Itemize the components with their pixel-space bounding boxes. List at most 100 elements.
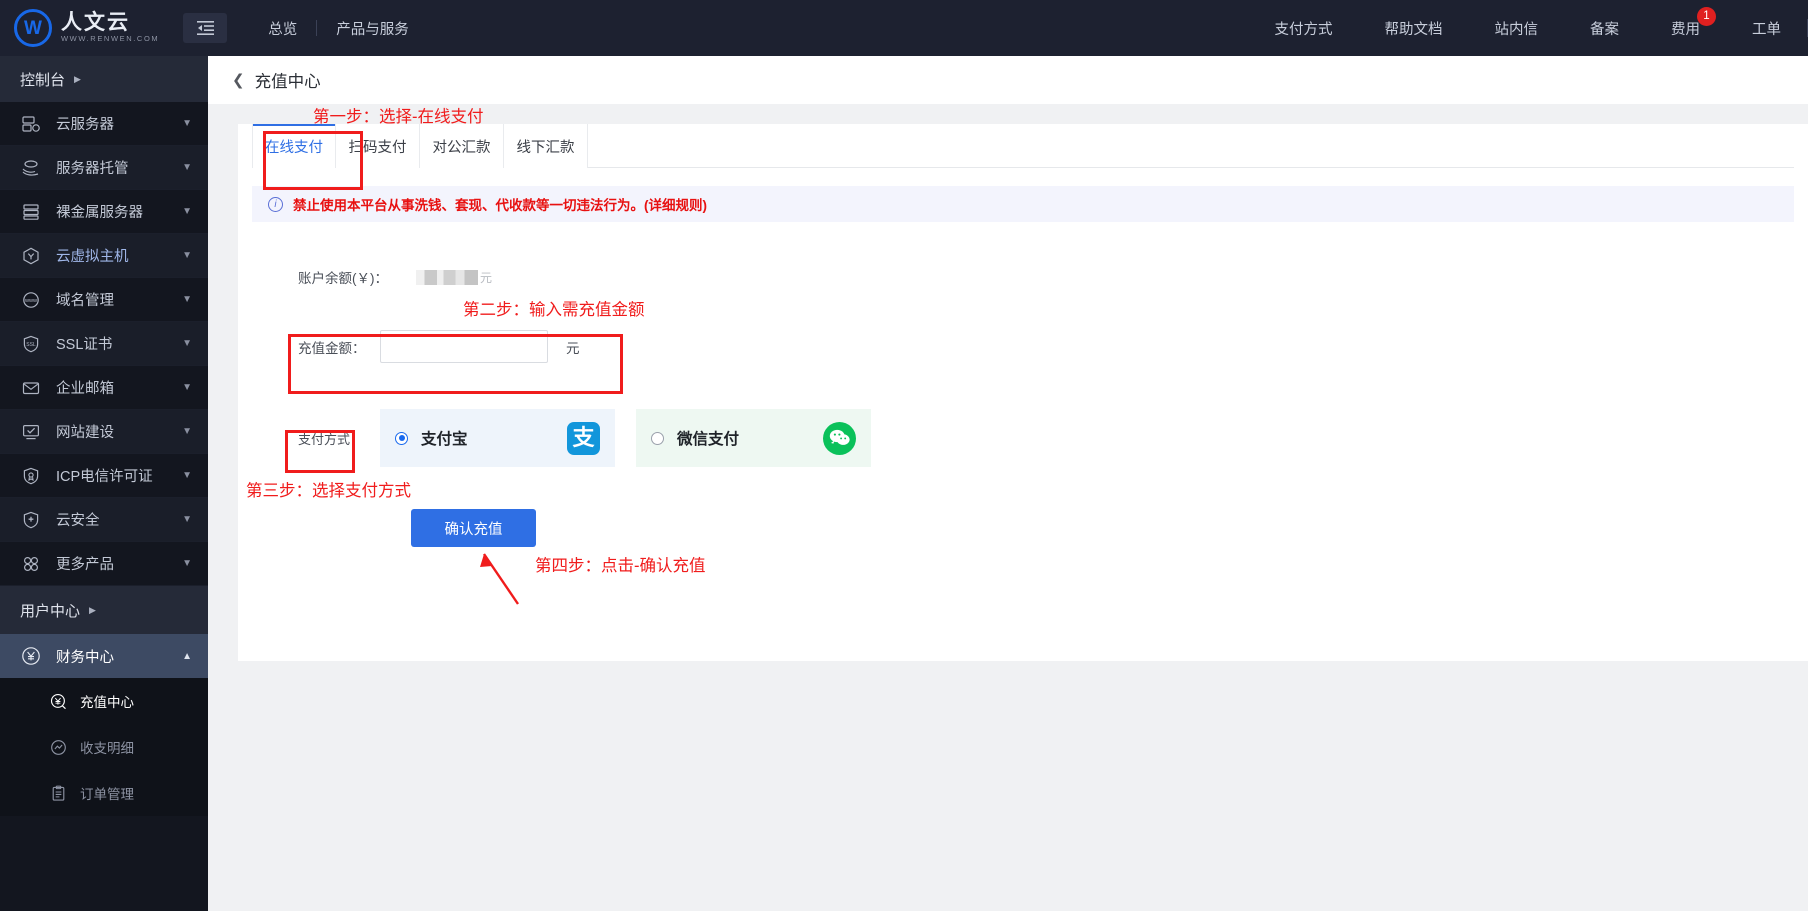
- svg-text:www: www: [24, 298, 38, 304]
- tab-qrcode-payment[interactable]: 扫码支付: [336, 124, 420, 168]
- triangle-right-icon: ▶: [89, 604, 96, 615]
- sidebar-item-cloud-security[interactable]: 云安全 ▼: [0, 498, 208, 542]
- top-nav-tickets[interactable]: 工单: [1726, 18, 1807, 39]
- sidebar-label: 企业邮箱: [56, 381, 114, 397]
- page-title: 充值中心: [254, 73, 321, 91]
- sidebar: 控制台 ▶ 云服务器 ▼ 服务器托管 ▼ 裸金属服务器 ▼ 云虚拟主机 ▼ ww…: [0, 56, 208, 911]
- account-balance-value-masked: [416, 269, 478, 285]
- sidebar-sublabel: 收支明细: [80, 741, 134, 756]
- sidebar-item-domain-management[interactable]: www 域名管理 ▼: [0, 278, 208, 322]
- confirm-recharge-button[interactable]: 确认充值: [411, 509, 536, 547]
- tab-offline-transfer[interactable]: 线下汇款: [504, 124, 588, 168]
- mail-icon: [20, 377, 42, 399]
- recharge-amount-input[interactable]: [380, 330, 548, 363]
- bare-metal-icon: [20, 201, 42, 223]
- monitor-check-icon: [20, 421, 42, 443]
- sidebar-item-bare-metal-server[interactable]: 裸金属服务器 ▼: [0, 190, 208, 234]
- chevron-down-icon: ▼: [182, 294, 192, 305]
- sidebar-sublabel: 订单管理: [80, 787, 134, 802]
- sidebar-item-more-products[interactable]: 更多产品 ▼: [0, 542, 208, 586]
- brand-name-en: WWW.RENWEN.COM: [61, 34, 160, 44]
- chevron-up-icon: ▲: [182, 650, 192, 662]
- top-navigation-bar: W 人文云 WWW.RENWEN.COM 总览 产品与服务 支付方式 帮助文档: [0, 0, 1808, 56]
- sidebar-label: 云虚拟主机: [56, 249, 129, 265]
- chevron-down-icon: ▼: [182, 118, 192, 129]
- sidebar-item-ssl-certificate[interactable]: SSL SSL证书 ▼: [0, 322, 208, 366]
- sidebar-item-website-building[interactable]: 网站建设 ▼: [0, 410, 208, 454]
- radio-alipay[interactable]: [395, 431, 408, 445]
- recharge-amount-row: 充值金额： 元: [298, 330, 1808, 363]
- top-nav-fees-label: 费用: [1671, 21, 1700, 38]
- chevron-down-icon: ▼: [182, 382, 192, 393]
- alipay-logo-glyph: 支: [572, 425, 595, 450]
- chevron-down-icon: ▼: [182, 162, 192, 173]
- sidebar-item-cloud-server[interactable]: 云服务器 ▼: [0, 102, 208, 146]
- chevron-down-icon: ▼: [182, 206, 192, 217]
- sidebar-item-enterprise-mail[interactable]: 企业邮箱 ▼: [0, 366, 208, 410]
- sidebar-subitem-order-management[interactable]: 订单管理: [0, 770, 208, 816]
- top-nav-fees[interactable]: 费用 1: [1645, 6, 1726, 39]
- account-balance-row: 账户余额(￥)： 元: [298, 266, 1808, 288]
- page-header: ❮ 充值中心: [208, 56, 1808, 104]
- sidebar-collapse-button[interactable]: [183, 13, 228, 43]
- recharge-form: 账户余额(￥)： 元 充值金额： 元 支付方式： 支付宝 支 微信支付 确认充值: [238, 222, 1808, 547]
- sidebar-label: 云服务器: [56, 117, 114, 133]
- brand-text: 人文云 WWW.RENWEN.COM: [61, 12, 159, 44]
- shield-plus-icon: [20, 509, 42, 531]
- top-nav-messages[interactable]: 站内信: [1469, 18, 1565, 39]
- sidebar-subitem-recharge-center[interactable]: 充值中心: [0, 678, 208, 724]
- sidebar-label: 裸金属服务器: [56, 205, 143, 221]
- brand-name-cn: 人文云: [61, 11, 130, 35]
- info-circle-icon: i: [268, 196, 283, 212]
- tab-corporate-transfer[interactable]: 对公汇款: [420, 124, 504, 168]
- chevron-left-icon[interactable]: ❮: [232, 71, 245, 89]
- sidebar-console-header[interactable]: 控制台 ▶: [0, 56, 208, 102]
- payment-tabs: 在线支付 扫码支付 对公汇款 线下汇款: [252, 124, 1794, 168]
- chevron-down-icon: ▼: [182, 558, 192, 569]
- clipboard-icon: [48, 783, 68, 803]
- sidebar-item-finance-center[interactable]: 财务中心 ▲: [0, 634, 208, 678]
- sidebar-subitem-transaction-details[interactable]: 收支明细: [0, 724, 208, 770]
- virtual-host-icon: [20, 245, 42, 267]
- payment-method-row: 支付方式： 支付宝 支 微信支付: [298, 409, 1808, 467]
- recharge-card: 在线支付 扫码支付 对公汇款 线下汇款 i 禁止使用本平台从事洗钱、套现、代收款…: [238, 124, 1808, 661]
- top-nav-products[interactable]: 产品与服务: [317, 18, 428, 39]
- tab-online-payment[interactable]: 在线支付: [252, 124, 336, 168]
- chevron-down-icon: ▼: [182, 514, 192, 525]
- collapse-menu-icon: [196, 21, 214, 35]
- main-content: ❮ 充值中心 在线支付 扫码支付 对公汇款 线下汇款 i 禁止使用本平台从事洗钱…: [208, 56, 1808, 911]
- top-nav-overview[interactable]: 总览: [249, 18, 316, 39]
- svg-text:SSL: SSL: [26, 342, 36, 348]
- payment-option-alipay[interactable]: 支付宝 支: [380, 409, 615, 467]
- sidebar-user-center-label: 用户中心: [20, 602, 81, 620]
- chevron-down-icon: ▼: [182, 338, 192, 349]
- www-globe-icon: www: [20, 289, 42, 311]
- recharge-amount-label: 充值金额：: [298, 340, 366, 356]
- sidebar-label: 财务中心: [56, 649, 114, 666]
- sidebar-item-server-hosting[interactable]: 服务器托管 ▼: [0, 146, 208, 190]
- top-nav-icp-filing[interactable]: 备案: [1564, 18, 1645, 39]
- sidebar-item-virtual-host[interactable]: 云虚拟主机 ▼: [0, 234, 208, 278]
- hosting-hand-icon: [20, 157, 42, 179]
- app-root: W 人文云 WWW.RENWEN.COM 总览 产品与服务 支付方式 帮助文档: [0, 0, 1808, 911]
- sidebar-label: 网站建设: [56, 425, 114, 441]
- triangle-right-icon: ▶: [74, 73, 81, 84]
- sidebar-label: 域名管理: [56, 293, 114, 309]
- radio-wechat[interactable]: [651, 431, 664, 445]
- recharge-yuan-icon: [48, 691, 68, 711]
- sidebar-user-center-header[interactable]: 用户中心 ▶: [0, 586, 208, 634]
- grid-apps-icon: [20, 553, 42, 575]
- logo-mark-icon: W: [14, 9, 52, 47]
- top-nav-help-docs[interactable]: 帮助文档: [1359, 18, 1469, 39]
- brand-logo[interactable]: W 人文云 WWW.RENWEN.COM: [14, 9, 159, 47]
- top-nav-payment-methods[interactable]: 支付方式: [1249, 18, 1359, 39]
- recharge-amount-unit: 元: [566, 340, 580, 356]
- chevron-down-icon: ▼: [182, 250, 192, 261]
- payment-option-alipay-label: 支付宝: [421, 431, 468, 448]
- sidebar-item-icp-license[interactable]: ICP电信许可证 ▼: [0, 454, 208, 498]
- license-shield-icon: [20, 465, 42, 487]
- compliance-notice-text: 禁止使用本平台从事洗钱、套现、代收款等一切违法行为。(详细规则): [293, 198, 707, 213]
- ssl-shield-icon: SSL: [20, 333, 42, 355]
- compliance-notice: i 禁止使用本平台从事洗钱、套现、代收款等一切违法行为。(详细规则): [252, 186, 1794, 222]
- payment-option-wechat[interactable]: 微信支付: [636, 409, 871, 467]
